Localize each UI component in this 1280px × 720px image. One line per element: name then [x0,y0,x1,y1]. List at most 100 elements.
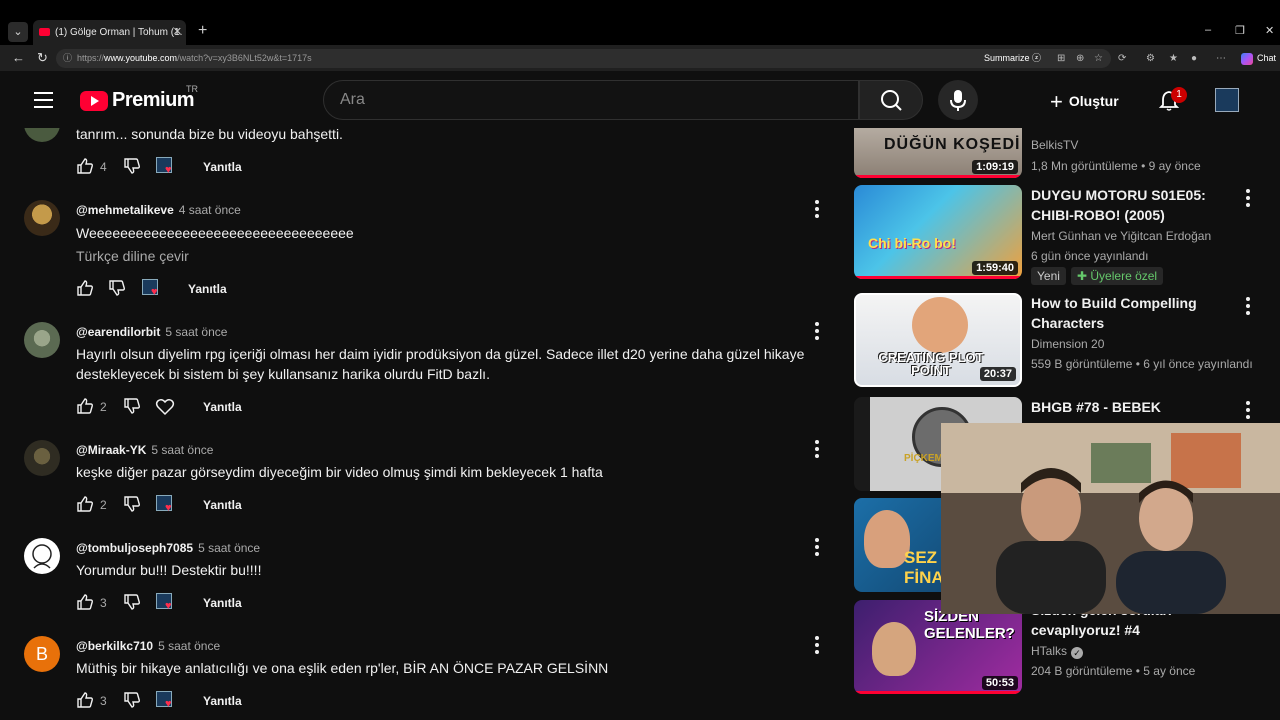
create-button[interactable]: + Oluştur [1050,89,1119,115]
browser-tab-bar: ⌄ (1) Gölge Orman | Tohum (1. Bölüm ✕ + … [0,0,1280,45]
comment-time: 5 saat önce [198,541,261,555]
translate-link[interactable]: Türkçe diline çevir [76,248,189,264]
video-meta: 6 gün önce yayınlandı [1031,249,1149,263]
url-field[interactable]: ⓘ https://www.youtube.com/watch?v=xy3B6N… [56,49,1111,68]
new-badge: Yeni [1031,267,1066,285]
tab-list-dropdown-icon[interactable]: ⌄ [8,22,28,42]
video-thumbnail[interactable]: DÜĞÜN KOŞEDİ 1:09:19 [854,128,1022,178]
video-thumbnail[interactable]: CREATING PLOT POINT 20:37 [854,293,1022,387]
like-icon[interactable] [76,691,94,709]
video-menu-icon[interactable] [1246,189,1250,207]
voice-search-button[interactable] [938,80,978,120]
close-tab-icon[interactable]: ✕ [173,20,182,45]
more-menu-icon[interactable]: ⋯ [1216,53,1226,64]
video-title[interactable]: DUYGU MOTORU S01E05: CHIBI-ROBO! (2005) [1031,185,1231,225]
creator-heart-icon: ♥ [156,691,176,711]
members-icon: ✚ [1077,269,1091,283]
browser-tab[interactable]: (1) Gölge Orman | Tohum (1. Bölüm ✕ [33,20,186,45]
watch-progress-bar [854,276,1022,279]
commenter-avatar[interactable] [24,200,60,236]
reply-button[interactable]: Yanıtla [203,596,242,610]
comment-actions: 4 ♥ Yanıtla [76,157,276,177]
search-button[interactable] [859,80,923,120]
hamburger-menu-icon[interactable] [34,92,53,108]
webcam-overlay [941,423,1280,614]
site-info-icon[interactable]: ⓘ [63,49,72,68]
zoom-icon[interactable]: ⊕ [1076,53,1084,64]
favorite-star-icon[interactable]: ☆ [1094,53,1103,64]
comment-text: Yorumdur bu!!! Destektir bu!!!! [76,562,262,578]
thumbnail-caption: CREATING PLOT POINT [878,350,984,378]
new-tab-icon[interactable]: + [198,22,207,40]
video-thumbnail[interactable]: Chi bi-Ro bo! 1:59:40 [854,185,1022,279]
dislike-icon[interactable] [123,495,141,513]
video-menu-icon[interactable] [1246,401,1250,419]
comment-author[interactable]: @Miraak-YK 5 saat önce [76,443,213,457]
chat-label: Chat [1257,53,1277,63]
dislike-icon[interactable] [123,397,141,415]
comment-menu-icon[interactable] [815,322,821,340]
like-count: 3 [100,694,107,708]
video-duration: 50:53 [981,676,1018,690]
comment-text: Müthiş bir hikaye anlatıcılığı ve ona eş… [76,660,609,676]
commenter-avatar[interactable] [24,322,60,358]
back-icon[interactable]: ← [12,50,25,65]
heart-outline-icon[interactable] [155,397,175,417]
comment-menu-icon[interactable] [815,440,821,458]
video-channel[interactable]: Dimension 20 [1031,337,1104,351]
summarize-button[interactable]: Summarize ⓩ [984,49,1041,68]
youtube-play-icon [80,91,108,111]
dislike-icon[interactable] [123,593,141,611]
like-icon[interactable] [76,397,94,415]
restore-icon[interactable]: ❐ [1235,24,1245,37]
commenter-avatar[interactable] [24,128,60,142]
comment-menu-icon[interactable] [815,200,821,218]
comment-author[interactable]: @earendilorbit 5 saat önce [76,325,227,339]
country-code: TR [186,84,198,94]
extensions-icon[interactable]: ⚙ [1146,53,1155,64]
dislike-icon[interactable] [123,157,141,175]
like-icon[interactable] [76,279,94,297]
video-thumbnail[interactable]: SİZDEN GELENLER? 50:53 [854,600,1022,694]
video-title[interactable]: BHGB #78 - BEBEK [1031,397,1231,417]
reply-button[interactable]: Yanıtla [203,160,242,174]
refresh-extension-icon[interactable]: ⟳ [1118,53,1126,64]
commenter-avatar[interactable]: B [24,636,60,672]
video-channel[interactable]: HTalks ✓ [1031,644,1084,659]
copilot-icon [1241,52,1253,65]
reply-button[interactable]: Yanıtla [188,282,227,296]
video-title[interactable]: How to Build Compelling Characters [1031,293,1231,333]
reply-button[interactable]: Yanıtla [203,694,242,708]
search-icon [881,90,902,111]
comment-author[interactable]: @berkilkc710 5 saat önce [76,639,220,653]
video-channel[interactable]: Mert Günhan ve Yiğitcan Erdoğan [1031,229,1211,243]
video-channel[interactable]: BelkisTV [1031,138,1078,152]
youtube-favicon-icon [39,28,50,36]
like-icon[interactable] [76,157,94,175]
create-label: Oluştur [1068,93,1119,109]
like-count: 2 [100,498,107,512]
video-menu-icon[interactable] [1246,297,1250,315]
commenter-avatar[interactable] [24,538,60,574]
like-icon[interactable] [76,593,94,611]
minimize-icon[interactable]: – [1205,24,1211,36]
favorites-icon[interactable]: ★ [1169,53,1178,64]
comment-author[interactable]: @tombuljoseph7085 5 saat önce [76,541,260,555]
dislike-icon[interactable] [108,279,126,297]
comment-author[interactable]: @mehmetalikeve 4 saat önce [76,203,241,217]
reply-button[interactable]: Yanıtla [203,498,242,512]
account-avatar[interactable] [1215,88,1239,112]
like-icon[interactable] [76,495,94,513]
window-close-icon[interactable]: ✕ [1265,24,1274,37]
reload-icon[interactable]: ↻ [37,50,48,66]
profile-icon[interactable]: ● [1191,53,1197,64]
reply-button[interactable]: Yanıtla [203,400,242,414]
app-grid-icon[interactable]: ⊞ [1057,53,1065,64]
comment-actions: ♥ Yanıtla [76,279,276,299]
comment-menu-icon[interactable] [815,636,821,654]
commenter-avatar[interactable] [24,440,60,476]
search-input[interactable]: Ara [323,80,859,120]
dislike-icon[interactable] [123,691,141,709]
copilot-chat-button[interactable]: Chat [1241,49,1276,68]
comment-menu-icon[interactable] [815,538,821,556]
